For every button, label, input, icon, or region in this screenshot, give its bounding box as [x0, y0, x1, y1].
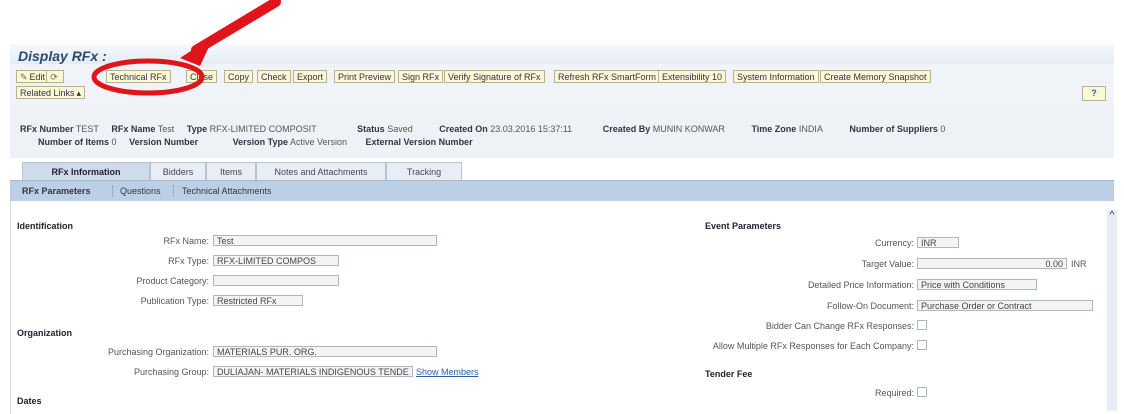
created-by-value: MUNIN KONWAR: [652, 124, 725, 134]
edit-button[interactable]: ✎ Edit: [16, 70, 50, 83]
subtab-technical-attachments[interactable]: Technical Attachments: [182, 186, 272, 196]
tender-fee-required-label: Required:: [874, 388, 914, 398]
scroll-up-arrow-icon[interactable]: ^: [1107, 211, 1117, 221]
target-value-field[interactable]: 0.00: [917, 258, 1067, 269]
export-button[interactable]: Export: [293, 70, 328, 83]
show-members-link[interactable]: Show Members: [416, 367, 479, 377]
sign-rfx-button[interactable]: Sign RFx: [398, 70, 444, 83]
help-icon[interactable]: ?: [1082, 86, 1106, 101]
publication-type-field[interactable]: Restricted RFx: [213, 295, 303, 306]
organization-section-title: Organization: [17, 328, 73, 338]
rfx-name-field[interactable]: Test: [213, 235, 437, 246]
purchasing-organization-field[interactable]: MATERIALS PUR. ORG.: [213, 346, 437, 357]
follow-on-document-field[interactable]: Purchase Order or Contract: [917, 300, 1093, 311]
detailed-price-field[interactable]: Price with Conditions: [917, 279, 1037, 290]
check-button[interactable]: Check: [257, 70, 291, 83]
rfx-type-label: RFx Type:: [168, 256, 209, 266]
rfx-name-header-label: RFx Name: [111, 124, 156, 134]
currency-field[interactable]: INR: [917, 237, 959, 248]
rfx-type-field[interactable]: RFX-LIMITED COMPOS: [213, 255, 339, 266]
tab-tracking[interactable]: Tracking: [386, 162, 462, 180]
toolbar: ✎ Edit ⟳ Technical RFx Close Copy Check E…: [10, 64, 1114, 105]
print-preview-button[interactable]: Print Preview: [334, 70, 396, 83]
time-zone-label: Time Zone: [751, 124, 797, 134]
created-by-label: Created By: [602, 124, 651, 134]
status-label: Status: [357, 124, 385, 134]
create-memory-snapshot-button[interactable]: Create Memory Snapshot: [820, 70, 931, 83]
dropdown-arrow-icon: ▴: [76, 88, 82, 98]
status-value: Saved: [387, 124, 413, 134]
title-bar: Display RFx :: [10, 44, 1114, 64]
time-zone-value: INDIA: [798, 124, 823, 134]
edit-button-label: Edit: [29, 72, 46, 82]
refresh-icon: ⟳: [50, 72, 58, 82]
purchasing-organization-label: Purchasing Organization:: [107, 347, 209, 357]
product-category-label: Product Category:: [136, 276, 209, 286]
identification-section-title: Identification: [17, 221, 73, 231]
page-title: Display RFx :: [18, 48, 107, 64]
created-on-value: 23.03.2016 15:37:11: [490, 124, 573, 134]
type-label: Type: [186, 124, 208, 134]
product-category-field[interactable]: [213, 275, 339, 286]
num-suppliers-label: Number of Suppliers: [849, 124, 938, 134]
tender-fee-section-title: Tender Fee: [705, 369, 753, 379]
tender-fee-required-checkbox[interactable]: [917, 387, 927, 397]
tab-items[interactable]: Items: [206, 162, 256, 180]
version-number-label: Version Number: [129, 137, 199, 147]
subtab-separator: [112, 185, 113, 197]
rfx-number-label: RFx Number: [20, 124, 74, 134]
currency-label: Currency:: [874, 238, 914, 248]
purchasing-group-field[interactable]: DULIAJAN- MATERIALS INDIGENOUS TENDE: [213, 366, 413, 377]
num-suppliers-value: 0: [940, 124, 946, 134]
related-links-label: Related Links: [20, 88, 75, 98]
header-row-1: RFx Number TEST RFx Name Test Type RFX-L…: [20, 124, 955, 134]
top-blank-area: [0, 0, 1124, 42]
subtab-questions[interactable]: Questions: [120, 186, 161, 196]
purchasing-group-label: Purchasing Group:: [133, 367, 209, 377]
created-on-label: Created On: [439, 124, 488, 134]
refresh-smartform-button[interactable]: Refresh RFx SmartForm: [554, 70, 661, 83]
refresh-button[interactable]: ⟳: [46, 70, 64, 83]
num-items-value: 0: [111, 137, 117, 147]
related-links-button[interactable]: Related Links ▴: [16, 86, 86, 99]
version-type-label: Version Type: [232, 137, 288, 147]
pencil-icon: ✎: [20, 72, 28, 82]
allow-multiple-label: Allow Multiple RFx Responses for Each Co…: [712, 341, 914, 351]
verify-signature-button[interactable]: Verify Signature of RFx: [444, 70, 545, 83]
subtab-rfx-parameters[interactable]: RFx Parameters: [22, 186, 91, 196]
subtab-separator: [173, 185, 174, 197]
detailed-price-label: Detailed Price Information:: [807, 280, 914, 290]
target-value-label: Target Value:: [861, 259, 914, 269]
sub-tabs: RFx Parameters Questions Technical Attac…: [10, 180, 1114, 201]
external-version-label: External Version Number: [365, 137, 473, 147]
num-items-label: Number of Items: [38, 137, 110, 147]
technical-rfx-button[interactable]: Technical RFx: [106, 70, 171, 83]
header-row-2: Number of Items 0 Version Number Version…: [38, 137, 473, 147]
rfx-number-value: TEST: [75, 124, 99, 134]
bidder-change-checkbox[interactable]: [917, 320, 927, 330]
type-value: RFX-LIMITED COMPOSIT: [209, 124, 317, 134]
rfx-name-label: RFx Name:: [163, 236, 209, 246]
close-button[interactable]: Close: [186, 70, 218, 83]
main-tabs: RFx Information Bidders Items Notes and …: [10, 160, 1114, 180]
extensibility-button[interactable]: Extensibility 10: [658, 70, 727, 83]
follow-on-document-label: Follow-On Document:: [826, 301, 914, 311]
system-information-button[interactable]: System Information: [733, 70, 819, 83]
copy-button[interactable]: Copy: [224, 70, 254, 83]
vertical-scrollbar[interactable]: ^: [1107, 211, 1117, 411]
tab-bidders[interactable]: Bidders: [150, 162, 206, 180]
allow-multiple-checkbox[interactable]: [917, 340, 927, 350]
rfx-name-header-value: Test: [157, 124, 175, 134]
tab-notes-attachments[interactable]: Notes and Attachments: [256, 162, 386, 180]
target-value-unit: INR: [1071, 259, 1087, 269]
rfx-header-info: RFx Number TEST RFx Name Test Type RFX-L…: [10, 104, 1114, 158]
version-type-value: Active Version: [289, 137, 348, 147]
publication-type-label: Publication Type:: [140, 296, 209, 306]
rfx-parameters-panel: Identification RFx Name: Test RFx Type: …: [10, 201, 1117, 414]
dates-section-title: Dates: [17, 396, 42, 406]
bidder-change-label: Bidder Can Change RFx Responses:: [765, 321, 914, 331]
tab-rfx-information[interactable]: RFx Information: [22, 162, 150, 180]
event-parameters-section-title: Event Parameters: [705, 221, 782, 231]
